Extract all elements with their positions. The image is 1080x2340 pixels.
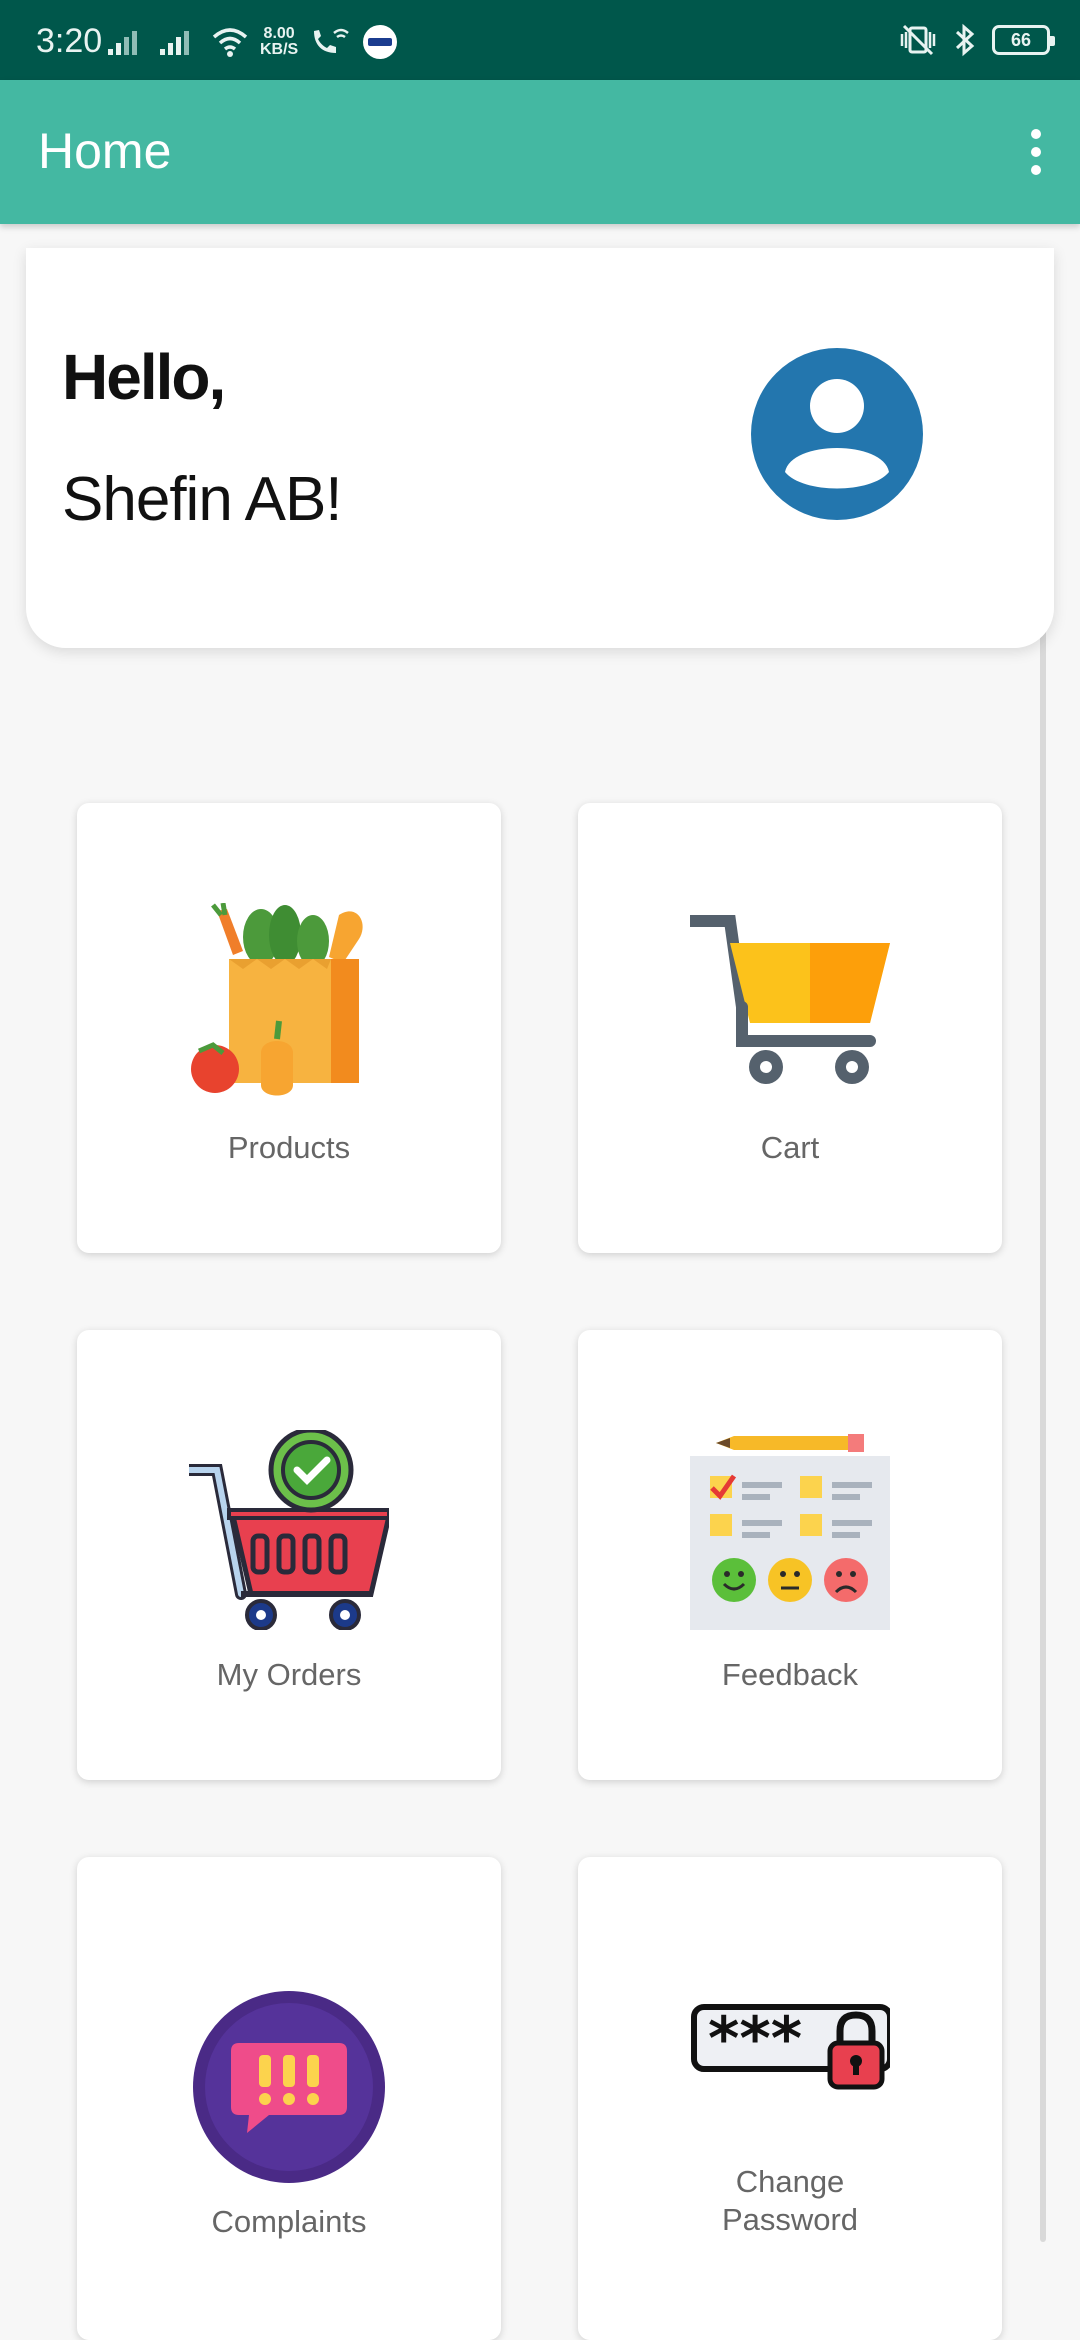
signal-icon [108,31,137,55]
speed-unit: KB/S [260,41,299,58]
change-password-label-line1: Change [735,2164,845,2199]
password-lock-icon: *** [691,2004,890,2090]
grocery-bag-icon [191,903,363,1096]
wifi-icon [212,28,248,57]
change-password-label-line2: Password [721,2202,859,2237]
bluetooth-icon [955,23,975,57]
paytm-icon [363,25,398,59]
feedback-label: Feedback [721,1657,859,1692]
order-cart-check-icon [189,1430,389,1630]
my-orders-label: My Orders [216,1657,362,1692]
signal-icon [160,31,189,55]
complaints-label: Complaints [211,2204,367,2239]
feedback-form-icon [690,1434,890,1630]
complaints-tile[interactable]: Complaints [77,1857,501,2340]
user-name: Shefin AB! [62,465,343,534]
network-speed: 8.00 KB/S [260,26,298,58]
products-label: Products [227,1130,351,1165]
battery-indicator: 66 [992,25,1055,55]
status-bar: 3:20 8.00 KB/S 66 [0,0,1080,80]
more-vert-icon[interactable] [1016,124,1056,180]
greeting-hello: Hello, [62,341,226,413]
status-left-icons: 8.00 KB/S [108,22,398,62]
feedback-tile[interactable]: Feedback [578,1330,1002,1780]
shopping-cart-icon [690,915,890,1084]
vibrate-off-icon [900,24,936,56]
products-tile[interactable]: Products [77,803,501,1253]
change-password-label: Change Password [578,2163,1002,2239]
account-circle-icon[interactable] [751,348,923,520]
wifi-call-icon [314,28,350,53]
status-right-icons: 66 [898,20,1055,60]
speed-value: 8.00 [263,25,295,42]
cart-tile[interactable]: Cart [578,803,1002,1253]
svg-text:***: *** [708,2004,802,2074]
app-bar: Home [0,80,1080,224]
change-password-tile[interactable]: *** Change Password [578,1857,1002,2340]
status-time: 3:20 [36,22,103,60]
page-title: Home [38,123,172,179]
cart-label: Cart [760,1130,820,1165]
my-orders-tile[interactable]: My Orders [77,1330,501,1780]
greeting-card: Hello, Shefin AB! [26,248,1054,648]
complaint-message-icon [193,1991,385,2183]
